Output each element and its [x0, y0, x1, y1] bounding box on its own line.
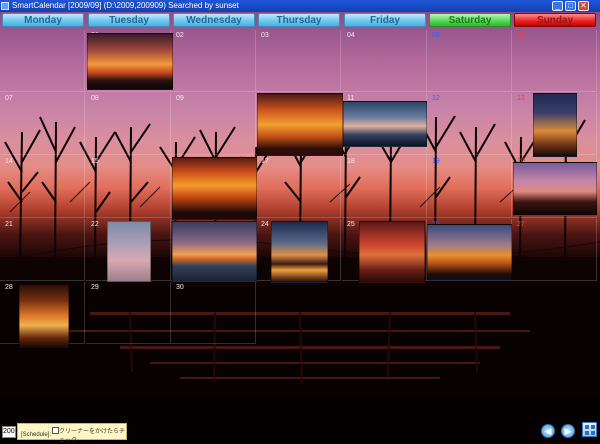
photo-thumbnail[interactable] — [87, 33, 173, 90]
day-number: 08 — [91, 95, 99, 102]
grid-view-icon-square — [591, 425, 595, 429]
day-number: 14 — [5, 158, 13, 165]
app-icon — [1, 2, 9, 10]
day-cell[interactable]: 03 — [256, 30, 341, 92]
day-number: 13 — [517, 95, 525, 102]
photo-thumbnail[interactable] — [172, 157, 257, 220]
next-month-button[interactable]: ▶ — [561, 424, 575, 438]
grid-view-icon-square — [585, 431, 589, 435]
photo-thumbnail[interactable] — [533, 93, 577, 157]
day-number: 07 — [5, 95, 13, 102]
day-number: 21 — [5, 221, 13, 228]
grid-view-icon-square — [591, 431, 595, 435]
day-cell[interactable]: 29 — [86, 282, 171, 344]
day-number: 09 — [176, 95, 184, 102]
photo-thumbnail[interactable] — [271, 221, 328, 283]
day-number: 15 — [91, 158, 99, 165]
day-number: 04 — [347, 32, 355, 39]
day-number: 05 — [432, 32, 440, 39]
weekday-header-sunday: Sunday — [514, 13, 596, 27]
day-cell[interactable]: 07 — [0, 93, 85, 155]
schedule-label: [Schedule]: — [21, 432, 52, 438]
day-number: 02 — [176, 32, 184, 39]
photo-thumbnail[interactable] — [107, 221, 151, 282]
year-input[interactable]: 200 — [2, 426, 16, 438]
day-number: 29 — [91, 284, 99, 291]
day-number: 12 — [432, 95, 440, 102]
weekday-header-monday: Monday — [2, 13, 84, 27]
day-cell[interactable]: 21 — [0, 219, 85, 281]
day-cell[interactable]: 27 — [512, 219, 597, 281]
weekday-header-tuesday: Tuesday — [88, 13, 170, 27]
day-number: 19 — [432, 158, 440, 165]
close-button[interactable]: ✕ — [578, 1, 589, 11]
grid-view-button[interactable] — [582, 422, 597, 437]
day-number: 25 — [347, 221, 355, 228]
day-cell[interactable]: 17 — [256, 156, 341, 218]
day-cell[interactable]: 04 — [342, 30, 427, 92]
previous-month-button[interactable]: ◀ — [541, 424, 555, 438]
minimize-button[interactable]: _ — [552, 1, 563, 11]
day-number: 27 — [517, 221, 525, 228]
day-cell[interactable]: 09 — [171, 93, 256, 155]
title-bar: SmartCalendar [2009/09] (D:\2009,200909)… — [0, 0, 600, 12]
day-number: 17 — [261, 158, 269, 165]
weekday-header-friday: Friday — [344, 13, 426, 27]
photo-thumbnail[interactable] — [343, 101, 427, 147]
day-cell-empty — [0, 30, 85, 92]
day-number: 06 — [517, 32, 525, 39]
day-number: 03 — [261, 32, 269, 39]
weekday-header-thursday: Thursday — [258, 13, 340, 27]
day-cell[interactable]: 14 — [0, 156, 85, 218]
photo-thumbnail[interactable] — [359, 221, 425, 283]
photo-thumbnail[interactable] — [513, 162, 597, 216]
day-cell[interactable]: 02 — [171, 30, 256, 92]
day-cell[interactable]: 05 — [427, 30, 512, 92]
photo-thumbnail[interactable] — [19, 284, 69, 348]
grid-view-icon — [585, 425, 589, 429]
weekday-header-wednesday: Wednesday — [173, 13, 255, 27]
day-cell[interactable]: 30 — [171, 282, 256, 344]
schedule-note: クリーナーをかけたらチェック [Schedule]: — [17, 423, 127, 444]
photo-thumbnail[interactable] — [257, 93, 343, 156]
photo-thumbnail[interactable] — [427, 224, 512, 281]
weekday-header-saturday: Saturday — [429, 13, 511, 27]
day-number: 22 — [91, 221, 99, 228]
day-cell[interactable]: 08 — [86, 93, 171, 155]
window-title: SmartCalendar [2009/09] (D:\2009,200909)… — [12, 1, 239, 10]
day-cell[interactable]: 15 — [86, 156, 171, 218]
day-number: 30 — [176, 284, 184, 291]
photo-thumbnail[interactable] — [172, 221, 257, 282]
day-number: 24 — [261, 221, 269, 228]
day-cell[interactable]: 06 — [512, 30, 597, 92]
maximize-button[interactable]: □ — [565, 1, 576, 11]
day-cell[interactable]: 19 — [427, 156, 512, 218]
day-number: 18 — [347, 158, 355, 165]
day-number: 28 — [5, 284, 13, 291]
cleaner-checkbox[interactable] — [52, 427, 59, 434]
cleaner-checkbox-label: クリーナーをかけたらチェック — [59, 429, 126, 444]
day-cell[interactable]: 12 — [427, 93, 512, 155]
day-cell[interactable]: 18 — [342, 156, 427, 218]
